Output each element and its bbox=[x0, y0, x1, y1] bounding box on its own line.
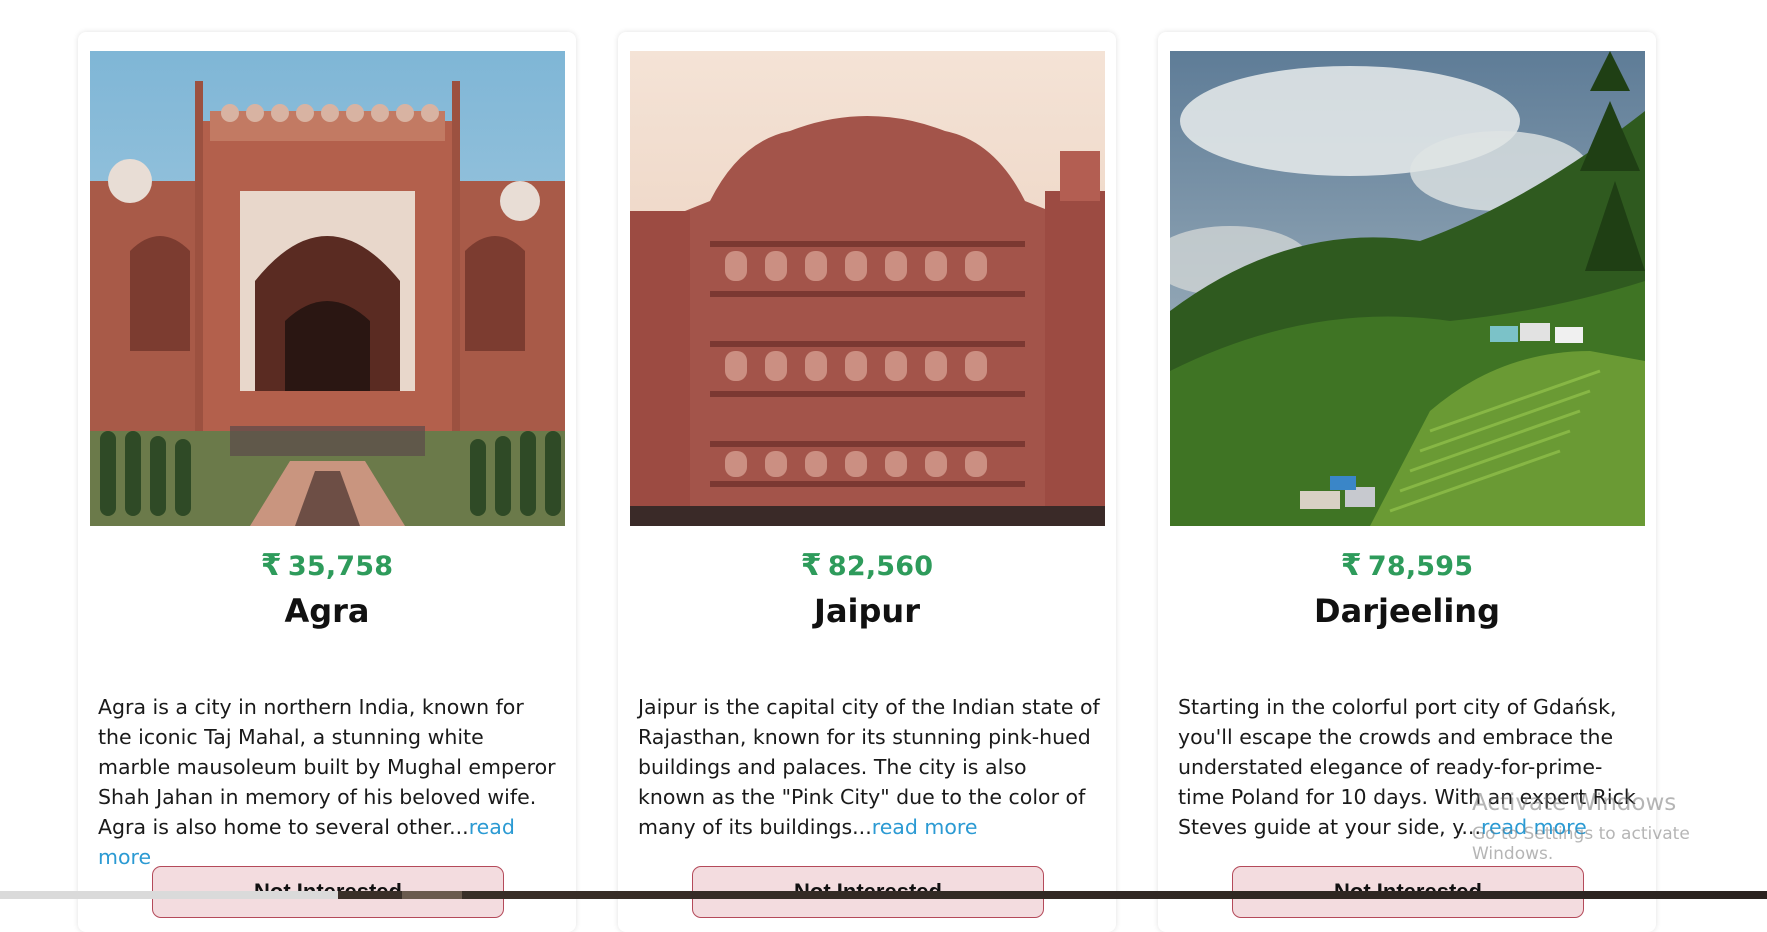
price-value: 35,758 bbox=[287, 551, 394, 582]
tour-price: ₹78,595 bbox=[1158, 548, 1656, 583]
tour-photo[interactable] bbox=[90, 51, 565, 526]
rupee-icon: ₹ bbox=[800, 548, 822, 583]
read-more-link[interactable]: read more bbox=[872, 815, 978, 839]
tour-photo[interactable] bbox=[1170, 51, 1645, 526]
tour-card: ₹35,758 Agra Agra is a city in northern … bbox=[78, 32, 576, 932]
tour-title: Agra bbox=[284, 592, 370, 630]
tour-description: Agra is a city in northern India, known … bbox=[98, 692, 560, 872]
taskbar-segment bbox=[402, 891, 462, 899]
read-more-link[interactable]: read more bbox=[1481, 815, 1587, 839]
rupee-icon: ₹ bbox=[260, 548, 282, 583]
taskbar-edge bbox=[0, 891, 1767, 899]
tour-title: Jaipur bbox=[814, 592, 920, 630]
tour-card: ₹78,595 Darjeeling Starting in the color… bbox=[1158, 32, 1656, 932]
tour-title: Darjeeling bbox=[1314, 592, 1500, 630]
price-value: 82,560 bbox=[827, 551, 934, 582]
tour-price: ₹82,560 bbox=[618, 548, 1116, 583]
tour-price: ₹35,758 bbox=[78, 548, 576, 583]
price-value: 78,595 bbox=[1367, 551, 1474, 582]
tour-card: ₹82,560 Jaipur Jaipur is the capital cit… bbox=[618, 32, 1116, 932]
description-text: Jaipur is the capital city of the Indian… bbox=[638, 695, 1100, 839]
tour-description: Starting in the colorful port city of Gd… bbox=[1178, 692, 1640, 842]
tour-card-grid: ₹35,758 Agra Agra is a city in northern … bbox=[0, 0, 1767, 932]
rupee-icon: ₹ bbox=[1340, 548, 1362, 583]
tour-description: Jaipur is the capital city of the Indian… bbox=[638, 692, 1100, 842]
tour-photo[interactable] bbox=[630, 51, 1105, 526]
